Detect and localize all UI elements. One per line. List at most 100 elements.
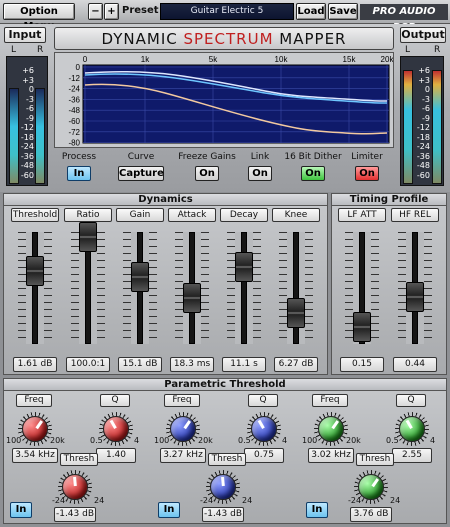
meter-scale-tick: -6 — [26, 104, 34, 113]
freq-value[interactable]: 3.54 kHz — [12, 448, 58, 463]
q-value[interactable]: 2.55 — [392, 448, 432, 463]
input-meter-scale: +6 +3 0 -3 -6 -9 -12 -18 -24 -36 -48 -60 — [18, 66, 34, 180]
slider-track — [241, 232, 247, 344]
graph-y-tick-label: 0 — [76, 63, 81, 72]
freq-value[interactable]: 3.02 kHz — [308, 448, 354, 463]
q-value[interactable]: 0.75 — [244, 448, 284, 463]
curve-toggle[interactable]: Capture — [118, 166, 164, 181]
knob-pointer — [73, 476, 77, 487]
dither-toggle[interactable]: On — [301, 166, 325, 181]
preset-label: Preset — [122, 5, 159, 16]
knob-pointer — [221, 476, 225, 487]
meter-scale-tick: +3 — [22, 75, 34, 85]
thresh-max-label: 24 — [242, 496, 253, 505]
freq-label: Freq — [312, 394, 348, 407]
input-r-label: R — [37, 45, 44, 55]
output-meter-left — [403, 70, 413, 184]
thresh-knob[interactable] — [210, 474, 236, 500]
band-in-toggle[interactable]: In — [158, 502, 180, 518]
q-knob[interactable] — [103, 416, 129, 442]
option-menu-button[interactable]: Option Menu — [3, 3, 75, 32]
preset-prev-button[interactable]: − — [88, 3, 103, 20]
thresh-knob[interactable] — [358, 474, 384, 500]
output-label: Output — [400, 27, 446, 43]
freq-max-label: 20k — [50, 436, 65, 445]
process-toggle[interactable]: In — [67, 166, 91, 181]
timing-header: Timing Profile — [331, 193, 447, 206]
slider-thumb[interactable] — [183, 283, 201, 313]
preset-name-display[interactable]: Guitar Electric 5 — [160, 3, 294, 20]
slider-thumb[interactable] — [26, 256, 44, 286]
thresh-min-label: -24 — [348, 496, 362, 505]
slider-thumb[interactable] — [406, 282, 424, 312]
q-max-label: 4 — [430, 436, 436, 445]
meter-scale-tick: -9 — [422, 113, 430, 123]
meter-scale-tick: -36 — [20, 151, 34, 161]
meter-scale-tick: -18 — [416, 132, 430, 142]
spectrum-graph[interactable]: 0 1k 5k 10k 15k 20k 0 -12 -24 -36 -48 -60 -72 -80 — [54, 52, 394, 148]
slider-thumb[interactable] — [131, 262, 149, 292]
slider-value[interactable]: 0.44 — [393, 357, 437, 372]
graph-x-tick-label: 1k — [141, 55, 150, 64]
freq-knob[interactable] — [22, 416, 48, 442]
band-in-toggle[interactable]: In — [306, 502, 328, 518]
slider-thumb[interactable] — [353, 312, 371, 342]
parametric-header: Parametric Threshold — [3, 378, 447, 391]
graph-plot-area — [82, 64, 390, 144]
output-l-label: L — [405, 45, 411, 55]
input-l-label: L — [11, 45, 17, 55]
brand-logo: PRO AUDIO DSP — [360, 4, 448, 33]
meter-scale-tick: -36 — [416, 151, 430, 161]
slider-thumb[interactable] — [235, 252, 253, 282]
slider-value[interactable]: 15.1 dB — [118, 357, 162, 372]
freq-value[interactable]: 3.27 kHz — [160, 448, 206, 463]
graph-x-tick-label: 5k — [209, 55, 218, 64]
slider-value[interactable]: 0.15 — [340, 357, 384, 372]
freq-knob[interactable] — [318, 416, 344, 442]
meter-scale-tick: -18 — [20, 132, 34, 142]
q-knob[interactable] — [251, 416, 277, 442]
link-toggle[interactable]: On — [248, 166, 272, 181]
slider-thumb[interactable] — [287, 298, 305, 328]
q-max-label: 4 — [134, 436, 140, 445]
graph-y-tick-label: -36 — [68, 95, 80, 104]
thresh-value[interactable]: -1.43 dB — [54, 507, 96, 522]
meter-scale-tick: -3 — [422, 94, 430, 104]
freeze-gains-toggle[interactable]: On — [195, 166, 219, 181]
slider-value[interactable]: 100.0:1 — [66, 357, 110, 372]
q-knob[interactable] — [399, 416, 425, 442]
knob-pointer — [405, 419, 413, 430]
graph-x-tick-label: 20k — [381, 55, 393, 64]
slider-value[interactable]: 6.27 dB — [274, 357, 318, 372]
load-button[interactable]: Load — [296, 3, 326, 20]
freq-min-label: 100 — [154, 436, 170, 445]
thresh-knob[interactable] — [62, 474, 88, 500]
meter-scale-tick: -6 — [422, 104, 430, 113]
thresh-value[interactable]: 3.76 dB — [350, 507, 392, 522]
slider-value[interactable]: 18.3 ms — [170, 357, 214, 372]
q-label: Q — [396, 394, 426, 407]
graph-y-ticks: 0 -12 -24-36 -48 -60 -72 -80 — [68, 63, 80, 147]
graph-y-tick-label: -48 — [68, 106, 80, 115]
knob-pointer — [35, 420, 44, 430]
meter-scale-tick: -60 — [416, 170, 430, 180]
graph-y-tick-label: -12 — [68, 74, 80, 83]
knob-pointer — [331, 420, 340, 430]
freq-knob[interactable] — [170, 416, 196, 442]
knob-pointer — [109, 419, 117, 430]
preset-next-button[interactable]: + — [104, 3, 119, 20]
graph-y-tick-label: -72 — [68, 128, 80, 137]
q-value[interactable]: 1.40 — [96, 448, 136, 463]
band-in-toggle[interactable]: In — [10, 502, 32, 518]
slider-thumb[interactable] — [79, 222, 97, 252]
slider-value[interactable]: 1.61 dB — [13, 357, 57, 372]
graph-x-tick-label: 0 — [83, 55, 88, 64]
dynamics-header: Dynamics — [3, 193, 328, 206]
slider-value[interactable]: 11.1 s — [222, 357, 266, 372]
meter-scale-tick: -3 — [26, 94, 34, 104]
limiter-toggle[interactable]: On — [355, 166, 379, 181]
meter-scale-tick: -48 — [20, 161, 34, 170]
freq-min-label: 100 — [302, 436, 318, 445]
save-button[interactable]: Save — [328, 3, 358, 20]
thresh-value[interactable]: -1.43 dB — [202, 507, 244, 522]
